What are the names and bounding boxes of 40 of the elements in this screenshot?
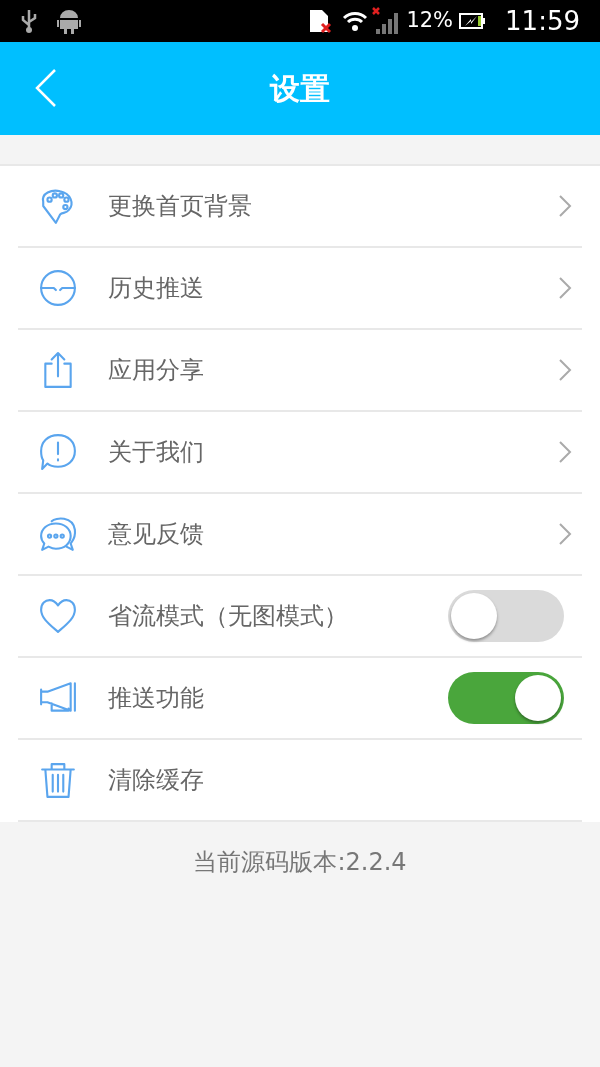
chevron-icon [558, 522, 572, 546]
chevron-icon [558, 440, 572, 464]
sim-card-icon [308, 8, 333, 34]
signal-icon [372, 7, 401, 35]
wifi-icon [342, 10, 369, 32]
heart-icon [39, 597, 77, 635]
row-label: 推送功能 [108, 683, 204, 714]
toggle-switch[interactable] [448, 672, 564, 724]
version-text: 当前源码版本:2.2.4 [192, 847, 408, 878]
clock-icon [39, 269, 77, 307]
clock-time: 11:59 [505, 4, 580, 38]
android-icon [57, 8, 81, 34]
settings-row[interactable]: 清除缓存 [18, 740, 582, 822]
settings-row[interactable]: 关于我们 [18, 412, 582, 494]
page-title: 设置 [270, 70, 330, 108]
settings-row[interactable]: 省流模式（无图模式） [18, 576, 582, 658]
battery-percent: 12% [406, 7, 454, 35]
trash-icon [39, 761, 77, 799]
row-label: 省流模式（无图模式） [108, 601, 348, 632]
row-label: 历史推送 [108, 273, 204, 304]
settings-row[interactable]: 推送功能 [18, 658, 582, 740]
battery-charging-icon [459, 12, 486, 30]
settings-row[interactable]: 意见反馈 [18, 494, 582, 576]
chat-bubbles-icon [39, 515, 77, 553]
row-label: 意见反馈 [108, 519, 204, 550]
settings-row[interactable]: 更换首页背景 [18, 166, 582, 248]
back-icon [34, 68, 58, 108]
chevron-icon [558, 358, 572, 382]
toggle-switch[interactable] [448, 590, 564, 642]
row-label: 关于我们 [108, 437, 204, 468]
row-label: 应用分享 [108, 355, 204, 386]
chevron-icon [558, 194, 572, 218]
row-label: 更换首页背景 [108, 191, 252, 222]
usb-icon [20, 8, 38, 34]
row-label: 清除缓存 [108, 765, 204, 796]
back-button[interactable] [34, 68, 58, 108]
info-bubble-icon [39, 433, 77, 471]
settings-row[interactable]: 应用分享 [18, 330, 582, 412]
settings-row[interactable]: 历史推送 [18, 248, 582, 330]
chevron-icon [558, 276, 572, 300]
